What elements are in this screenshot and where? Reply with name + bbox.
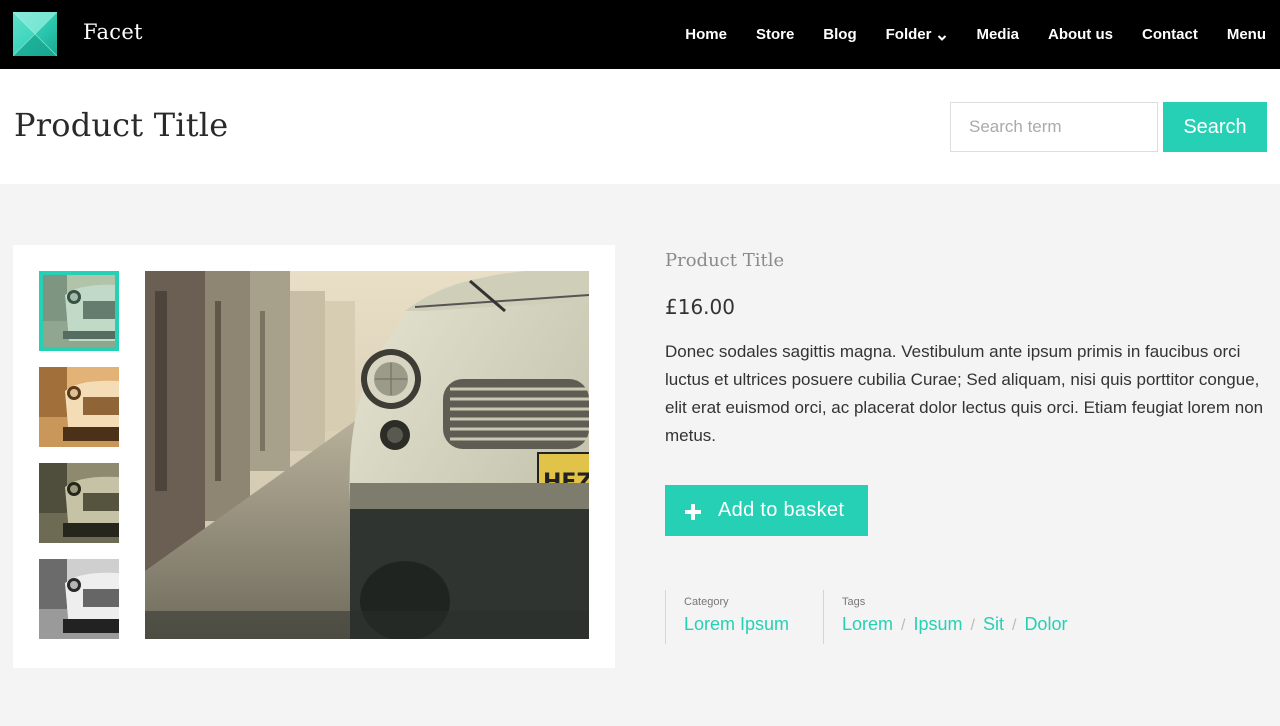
tag-separator: / <box>1011 617 1017 634</box>
tag-separator: / <box>901 617 906 634</box>
nav-label: Store <box>755 26 795 43</box>
brand-name[interactable]: Facet <box>83 20 143 44</box>
tag-link[interactable]: Ipsum <box>913 614 962 634</box>
tag-link[interactable]: Lorem <box>842 614 893 634</box>
nav-blog[interactable]: Blog <box>823 26 856 43</box>
nav-label: Menu <box>1226 26 1266 43</box>
add-to-basket-button[interactable]: Add to basket <box>665 485 868 536</box>
nav-folder[interactable]: Folder <box>886 26 948 43</box>
nav-home[interactable]: Home <box>685 26 727 43</box>
nav-store[interactable]: Store <box>756 26 794 43</box>
nav-label: Folder <box>885 26 932 43</box>
thumbnail-4[interactable] <box>39 559 119 639</box>
nav-label: Home <box>685 26 727 43</box>
tag-link[interactable]: Dolor <box>1024 614 1067 634</box>
search-input[interactable] <box>950 102 1158 152</box>
nav-about-us[interactable]: About us <box>1048 26 1113 43</box>
category-label: Category <box>684 596 729 608</box>
product-title: Product Title <box>665 250 785 271</box>
thumbnail-1[interactable] <box>39 271 119 351</box>
product-tags: Tags Lorem / Ipsum / Sit / Dolor <box>823 590 1123 644</box>
nav-label: Media <box>976 26 1019 43</box>
page-title: Product Title <box>14 106 229 144</box>
category-link[interactable]: Lorem Ipsum <box>684 614 789 634</box>
product-main-image[interactable]: HEZ <box>145 271 589 639</box>
nav-media[interactable]: Media <box>976 26 1019 43</box>
top-navbar: Facet Home Store Blog Folder Media About… <box>0 0 1280 69</box>
nav-label: Blog <box>823 26 857 43</box>
nav-contact[interactable]: Contact <box>1142 26 1198 43</box>
plus-icon <box>685 503 701 520</box>
chevron-down-icon <box>937 30 947 41</box>
nav-menu[interactable]: Menu <box>1227 26 1266 43</box>
product-gallery: HEZ <box>13 245 615 668</box>
tags-label: Tags <box>842 596 866 608</box>
tag-link[interactable]: Sit <box>983 614 1004 634</box>
nav-label: About us <box>1047 26 1113 43</box>
product-price: £16.00 <box>665 295 735 319</box>
add-to-basket-label: Add to basket <box>718 499 845 521</box>
facet-logo-icon[interactable] <box>13 12 57 56</box>
thumbnail-2[interactable] <box>39 367 119 447</box>
search-button[interactable]: Search <box>1163 102 1267 152</box>
thumbnail-3[interactable] <box>39 463 119 543</box>
product-category: Category Lorem Ipsum <box>665 590 823 644</box>
tag-separator: / <box>970 617 975 634</box>
nav-label: Contact <box>1141 26 1198 43</box>
product-description: Donec sodales sagittis magna. Vestibulum… <box>665 342 1264 445</box>
main-nav: Home Store Blog Folder Media About us Co… <box>656 0 1266 69</box>
title-band: Product Title Search <box>0 69 1280 184</box>
